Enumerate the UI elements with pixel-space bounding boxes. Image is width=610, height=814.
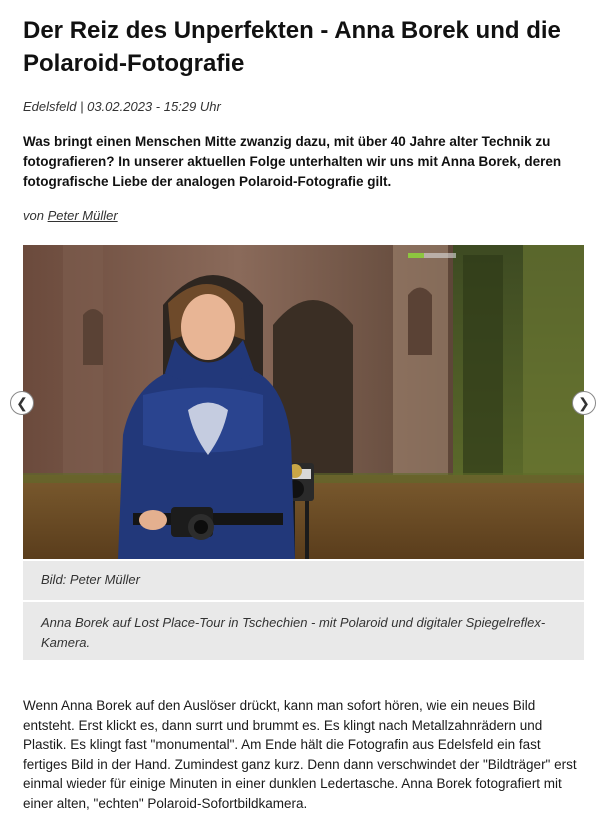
article-lead: Was bringt einen Menschen Mitte zwanzig … xyxy=(23,134,562,189)
image-credit: Bild: Peter Müller xyxy=(23,561,584,600)
author-prefix: von xyxy=(23,208,48,223)
article-paragraph: Wenn Anna Borek auf den Auslöser drückt,… xyxy=(23,698,577,811)
gallery-next-button[interactable]: ❯ xyxy=(572,391,596,415)
article-datetime: 03.02.2023 - 15:29 Uhr xyxy=(87,99,221,114)
meta-separator: | xyxy=(76,99,88,114)
article-title: Der Reiz des Unperfekten - Anna Borek un… xyxy=(23,17,561,77)
pager-dot-active[interactable] xyxy=(408,253,424,258)
article-author: von Peter Müller xyxy=(23,208,584,223)
chevron-right-icon: ❯ xyxy=(578,395,590,411)
gallery-pager[interactable] xyxy=(408,253,568,258)
photo-illustration xyxy=(23,245,584,559)
author-link[interactable]: Peter Müller xyxy=(48,208,118,223)
article-location: Edelsfeld xyxy=(23,99,77,114)
pager-dot[interactable] xyxy=(424,253,440,258)
image-caption: Anna Borek auf Lost Place-Tour in Tschec… xyxy=(23,602,584,660)
gallery-prev-button[interactable]: ❮ xyxy=(10,391,34,415)
article-header: Der Reiz des Unperfekten - Anna Borek un… xyxy=(23,0,584,223)
gallery-image[interactable] xyxy=(23,245,584,559)
chevron-left-icon: ❮ xyxy=(16,395,28,411)
pager-dot[interactable] xyxy=(440,253,456,258)
article-meta: Edelsfeld | 03.02.2023 - 15:29 Uhr xyxy=(23,99,584,114)
